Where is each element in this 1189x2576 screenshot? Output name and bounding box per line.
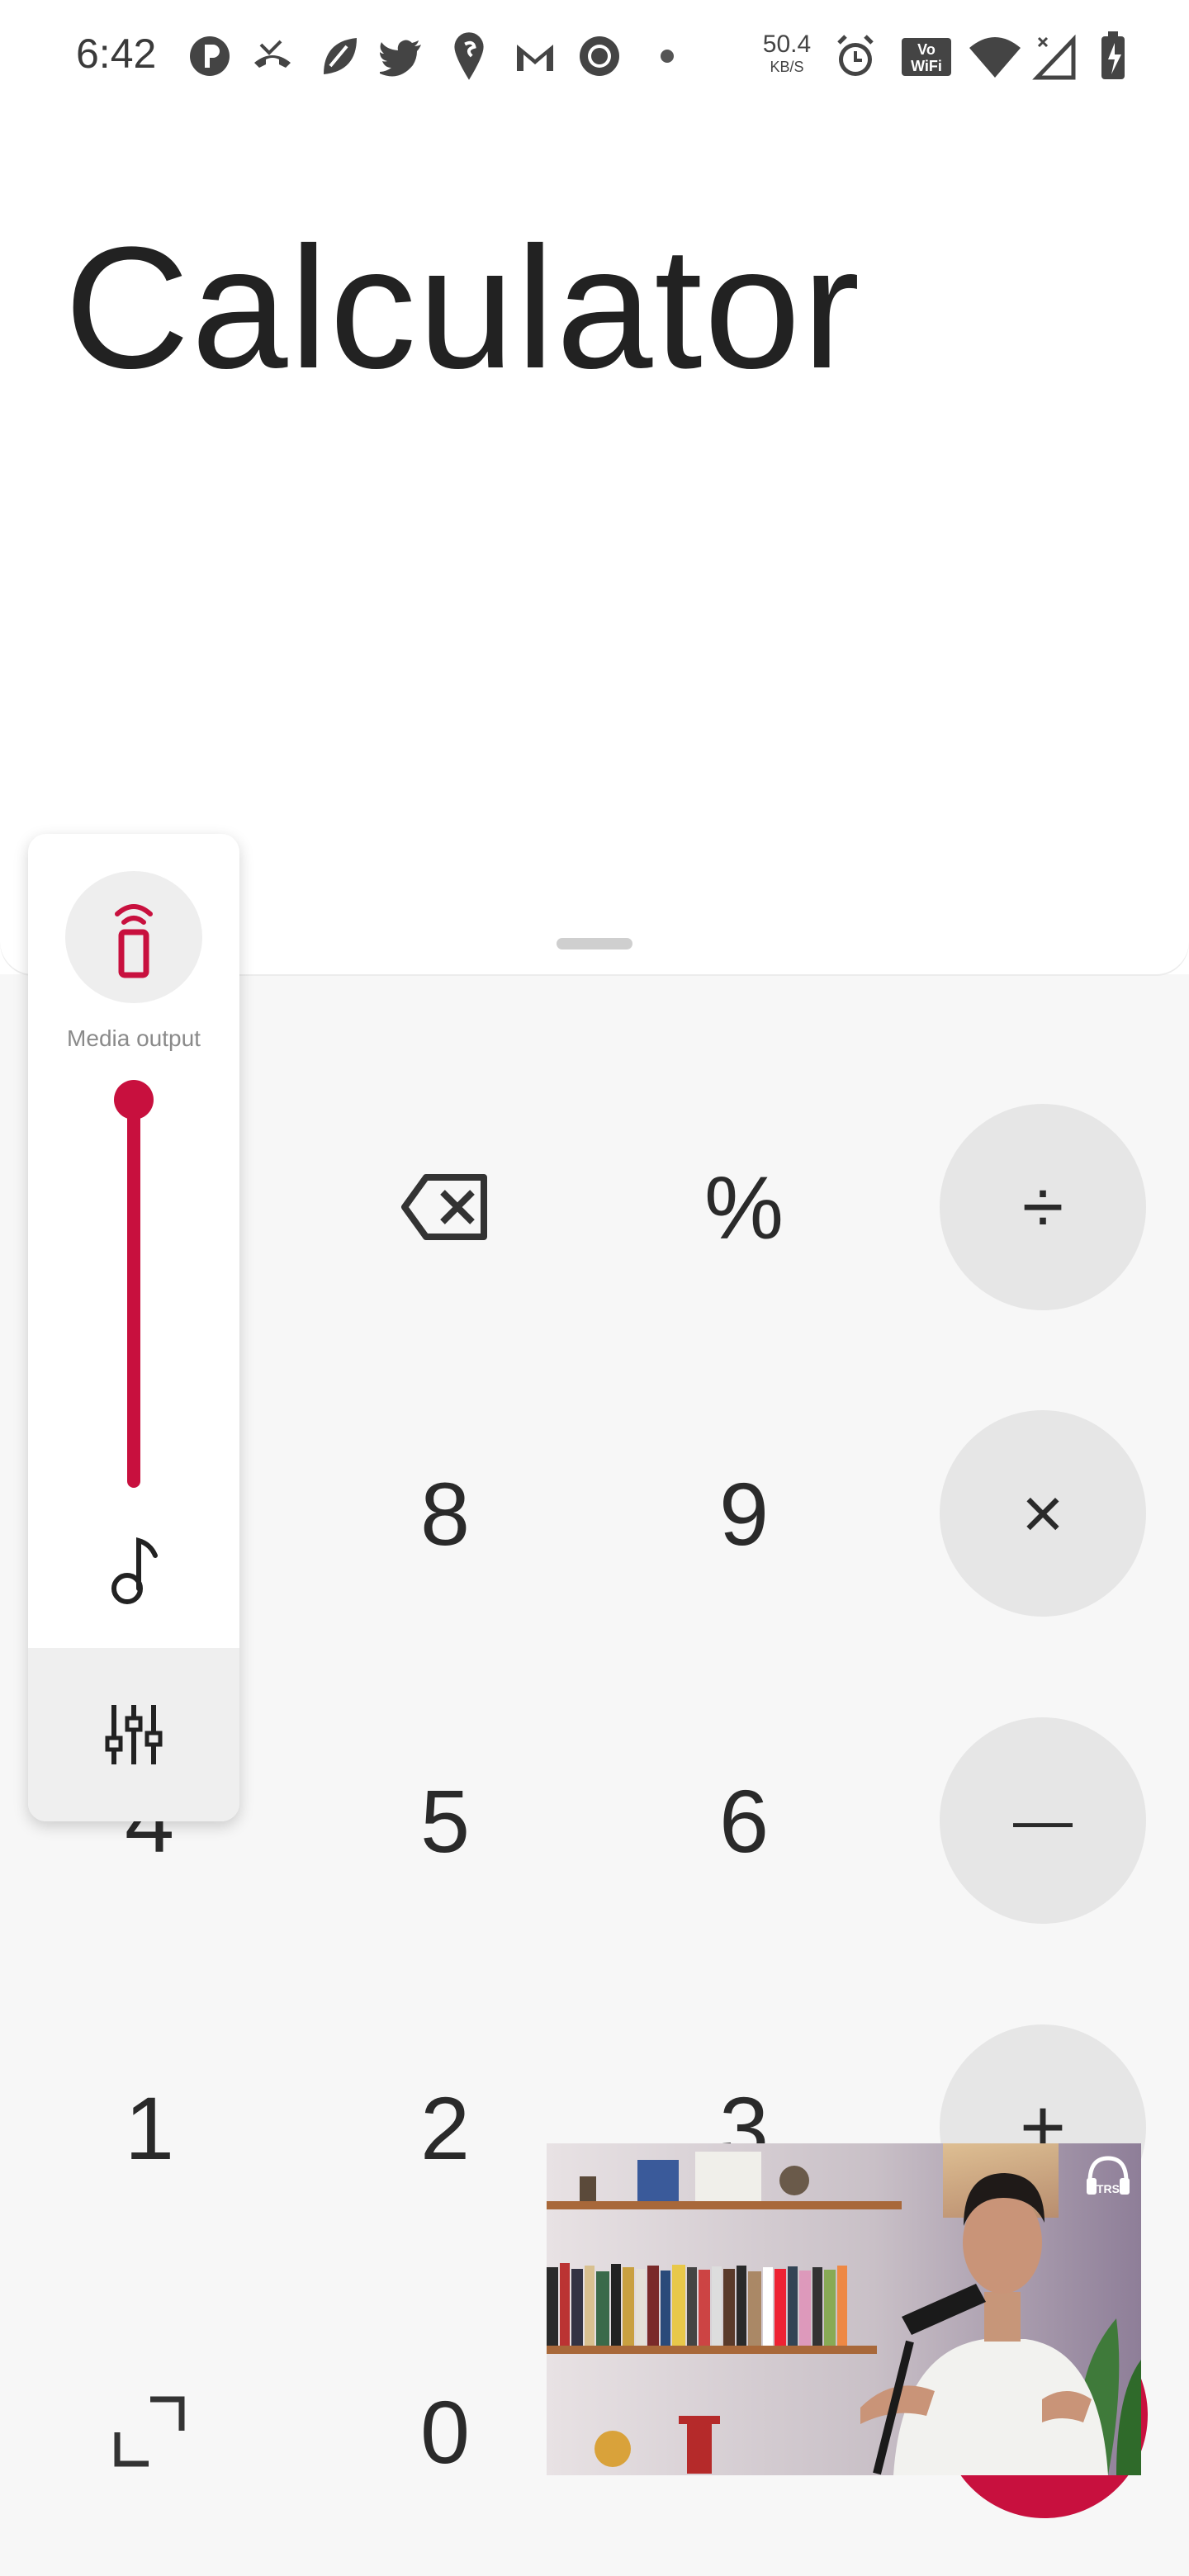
pill-p-icon <box>187 30 233 83</box>
digit-2-label: 2 <box>419 2077 471 2178</box>
media-output-label: Media output <box>67 1025 201 1051</box>
volume-slider-thumb[interactable] <box>114 1080 154 1120</box>
percent-label: % <box>703 1157 784 1257</box>
divide-button[interactable]: ÷ <box>940 1104 1146 1310</box>
digit-2-button[interactable]: 2 <box>342 2024 548 2231</box>
music-note-icon <box>107 1534 160 1608</box>
expand-button[interactable] <box>46 2328 253 2535</box>
digit-8-label: 8 <box>419 1463 471 1564</box>
digit-0-label: 0 <box>419 2381 471 2482</box>
alarm-icon <box>832 30 879 83</box>
svg-text:WiFi: WiFi <box>911 58 942 74</box>
multiply-label: × <box>1021 1472 1064 1554</box>
digit-9-label: 9 <box>718 1463 770 1564</box>
backspace-icon <box>401 1174 487 1240</box>
multiply-button[interactable]: × <box>940 1410 1146 1617</box>
channel-logo-icon: TRS <box>1083 2153 1133 2200</box>
digit-1-label: 1 <box>124 2077 175 2178</box>
status-time: 6:42 <box>76 31 157 77</box>
network-speed: 50.4 KB/S <box>758 31 816 76</box>
wifi-icon <box>968 30 1022 83</box>
svg-text:Vo: Vo <box>917 41 936 58</box>
battery-charging-icon <box>1098 30 1128 83</box>
digit-8-button[interactable]: 8 <box>342 1410 548 1617</box>
digit-5-button[interactable]: 5 <box>342 1717 548 1924</box>
video-frame <box>547 2143 1141 2475</box>
digit-6-label: 6 <box>718 1770 770 1871</box>
drag-handle[interactable] <box>557 938 632 949</box>
vowifi-icon: Vo WiFi <box>900 30 953 83</box>
media-output-button[interactable] <box>65 871 202 1003</box>
status-bar: 6:42 50.4 KB/S Vo WiFi <box>0 0 1189 112</box>
equalizer-icon <box>105 1705 163 1764</box>
cast-phone-icon <box>115 904 153 978</box>
network-speed-value: 50.4 <box>762 31 812 58</box>
digit-0-button[interactable]: 0 <box>342 2328 548 2535</box>
expand-icon <box>114 2396 185 2467</box>
gmail-icon <box>512 30 558 83</box>
swiggy-icon <box>446 30 492 83</box>
digit-1-button[interactable]: 1 <box>46 2024 253 2231</box>
equalizer-button[interactable] <box>28 1648 239 1821</box>
missed-call-icon <box>249 30 296 83</box>
record-icon <box>576 30 623 83</box>
page-title: Calculator <box>64 211 862 405</box>
digit-5-label: 5 <box>419 1770 471 1871</box>
twitter-icon <box>377 30 426 83</box>
backspace-button[interactable] <box>342 1104 548 1310</box>
volume-panel: Media output <box>28 834 239 1821</box>
network-speed-unit: KB/S <box>770 59 804 75</box>
divide-label: ÷ <box>1021 1164 1064 1249</box>
digit-9-button[interactable]: 9 <box>641 1410 847 1617</box>
pip-video-player[interactable]: TRS <box>547 2143 1141 2475</box>
leaf-app-icon <box>315 30 362 83</box>
signal-icon <box>1030 30 1080 83</box>
percent-button[interactable]: % <box>641 1104 847 1310</box>
volume-slider-track[interactable] <box>127 1098 140 1488</box>
dot-icon <box>644 30 690 83</box>
minus-label: — <box>1013 1788 1073 1854</box>
channel-logo-text: TRS <box>1097 2182 1120 2195</box>
minus-button[interactable]: — <box>940 1717 1146 1924</box>
digit-6-button[interactable]: 6 <box>641 1717 847 1924</box>
